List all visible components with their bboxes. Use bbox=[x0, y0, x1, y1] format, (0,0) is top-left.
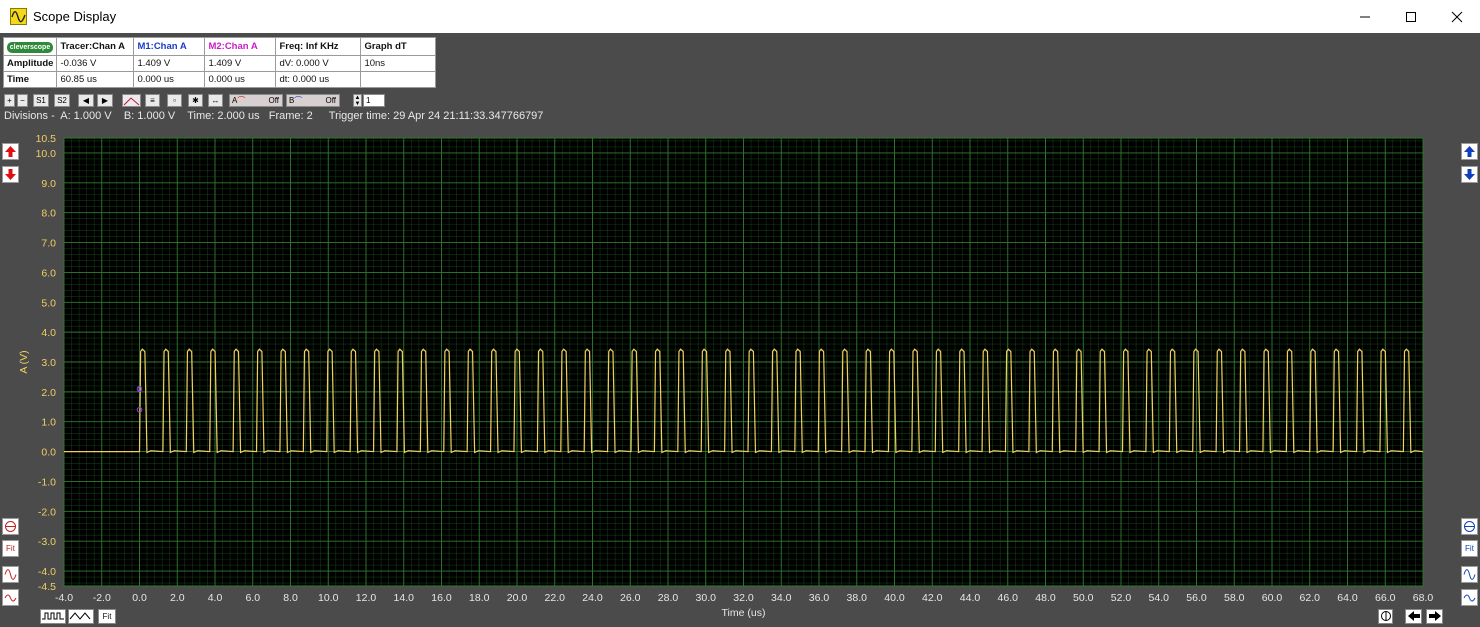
x-tick-label: 10.0 bbox=[318, 592, 339, 604]
y-tick-label: 2.0 bbox=[41, 387, 56, 399]
x-tick-label: 44.0 bbox=[960, 592, 981, 604]
x-tick-label: 64.0 bbox=[1337, 592, 1358, 604]
right-scale-down-button[interactable] bbox=[1461, 166, 1478, 183]
y-axis-label: A (V) bbox=[18, 350, 30, 373]
x-tick-label: 2.0 bbox=[170, 592, 185, 604]
x-tick-label: 48.0 bbox=[1035, 592, 1056, 604]
x-tick-label: 4.0 bbox=[208, 592, 223, 604]
arrow-up-icon bbox=[1464, 146, 1475, 157]
x-tick-label: 62.0 bbox=[1300, 592, 1321, 604]
x-tick-label: 54.0 bbox=[1149, 592, 1170, 604]
x-tick-label: 60.0 bbox=[1262, 592, 1283, 604]
x-tick-label: 14.0 bbox=[394, 592, 415, 604]
x-tick-label: -4.0 bbox=[55, 592, 73, 604]
x-tick-label: 66.0 bbox=[1375, 592, 1396, 604]
y-tick-label: 9.0 bbox=[41, 178, 56, 190]
sine-icon bbox=[1463, 569, 1476, 580]
y-tick-label: -3.0 bbox=[38, 536, 56, 548]
y-tick-label: 6.0 bbox=[41, 267, 56, 279]
center-circle-icon bbox=[1380, 611, 1391, 621]
y-tick-label: -4.0 bbox=[38, 566, 56, 578]
right-wave-button[interactable] bbox=[1461, 566, 1478, 583]
y-tick-label: 5.0 bbox=[41, 297, 56, 309]
x-tick-label: 34.0 bbox=[771, 592, 792, 604]
x-tick-label: 40.0 bbox=[884, 592, 905, 604]
arrow-down-icon bbox=[1464, 169, 1475, 180]
time-scroll-left-button[interactable] bbox=[1405, 609, 1422, 624]
x-tick-label: 18.0 bbox=[469, 592, 490, 604]
x-tick-label: 8.0 bbox=[283, 592, 298, 604]
time-expand-wave-button[interactable] bbox=[68, 609, 94, 624]
right-center-button[interactable] bbox=[1461, 518, 1478, 535]
small-sine-icon bbox=[1463, 594, 1476, 602]
arrow-down-icon bbox=[5, 169, 16, 180]
left-fit-button[interactable]: Fit bbox=[2, 540, 19, 557]
triangle-wave-icon bbox=[69, 612, 91, 620]
y-tick-label: -4.5 bbox=[38, 581, 56, 593]
right-wave-small-button[interactable] bbox=[1461, 589, 1478, 606]
x-tick-label: 30.0 bbox=[696, 592, 717, 604]
x-tick-label: 46.0 bbox=[998, 592, 1019, 604]
left-wave-small-button[interactable] bbox=[2, 589, 19, 606]
y-tick-label: -1.0 bbox=[38, 476, 56, 488]
x-tick-label: 58.0 bbox=[1224, 592, 1245, 604]
y-tick-label: -2.0 bbox=[38, 506, 56, 518]
left-wave-button[interactable] bbox=[2, 566, 19, 583]
x-tick-label: 36.0 bbox=[809, 592, 830, 604]
x-tick-label: 26.0 bbox=[620, 592, 641, 604]
left-center-button[interactable] bbox=[2, 518, 19, 535]
y-tick-label: 10.5 bbox=[36, 133, 57, 145]
x-axis-label: Time (us) bbox=[722, 607, 766, 619]
x-tick-label: 20.0 bbox=[507, 592, 528, 604]
x-tick-label: -2.0 bbox=[93, 592, 111, 604]
scale-down-button[interactable] bbox=[2, 166, 19, 183]
y-tick-label: 3.0 bbox=[41, 357, 56, 369]
x-tick-label: 42.0 bbox=[922, 592, 943, 604]
x-tick-label: 12.0 bbox=[356, 592, 377, 604]
x-tick-label: 24.0 bbox=[582, 592, 603, 604]
x-tick-label: 68.0 bbox=[1413, 592, 1434, 604]
center-circle-icon bbox=[5, 521, 16, 532]
x-tick-label: 50.0 bbox=[1073, 592, 1094, 604]
time-fit-button[interactable]: Fit bbox=[98, 609, 116, 624]
center-circle-icon bbox=[1464, 521, 1475, 532]
arrow-right-icon bbox=[1428, 611, 1441, 621]
right-fit-button[interactable]: Fit bbox=[1461, 540, 1478, 557]
arrow-left-icon bbox=[1407, 611, 1420, 621]
scale-up-button[interactable] bbox=[2, 143, 19, 160]
y-tick-label: 7.0 bbox=[41, 238, 56, 250]
scope-plot[interactable]: -4.0 -2.0 0.0 2.0 4.0 6.0 8.0 10.0 12.0 14.0 16.0 1… bbox=[0, 0, 1480, 627]
y-tick-label: 4.0 bbox=[41, 327, 56, 339]
y-tick-label: 0.0 bbox=[41, 447, 56, 459]
x-tick-label: 16.0 bbox=[431, 592, 452, 604]
time-scroll-right-button[interactable] bbox=[1426, 609, 1443, 624]
x-tick-label: 22.0 bbox=[545, 592, 566, 604]
time-center-button[interactable] bbox=[1378, 609, 1393, 624]
y-tick-label: 10.0 bbox=[36, 148, 57, 160]
right-scale-up-button[interactable] bbox=[1461, 143, 1478, 160]
y-tick-label: 1.0 bbox=[41, 417, 56, 429]
x-tick-label: 38.0 bbox=[847, 592, 868, 604]
y-tick-label: 8.0 bbox=[41, 208, 56, 220]
x-tick-label: 56.0 bbox=[1186, 592, 1207, 604]
x-tick-label: 28.0 bbox=[658, 592, 679, 604]
time-zoom-wave-button[interactable] bbox=[40, 609, 66, 624]
square-wave-icon bbox=[42, 612, 64, 620]
cursor-marker-label: 1 bbox=[137, 385, 142, 394]
small-sine-icon bbox=[4, 594, 17, 602]
sine-icon bbox=[4, 569, 17, 580]
arrow-up-icon bbox=[5, 146, 16, 157]
x-tick-label: 6.0 bbox=[245, 592, 260, 604]
x-tick-label: 0.0 bbox=[132, 592, 147, 604]
x-tick-label: 52.0 bbox=[1111, 592, 1132, 604]
x-tick-label: 32.0 bbox=[733, 592, 754, 604]
